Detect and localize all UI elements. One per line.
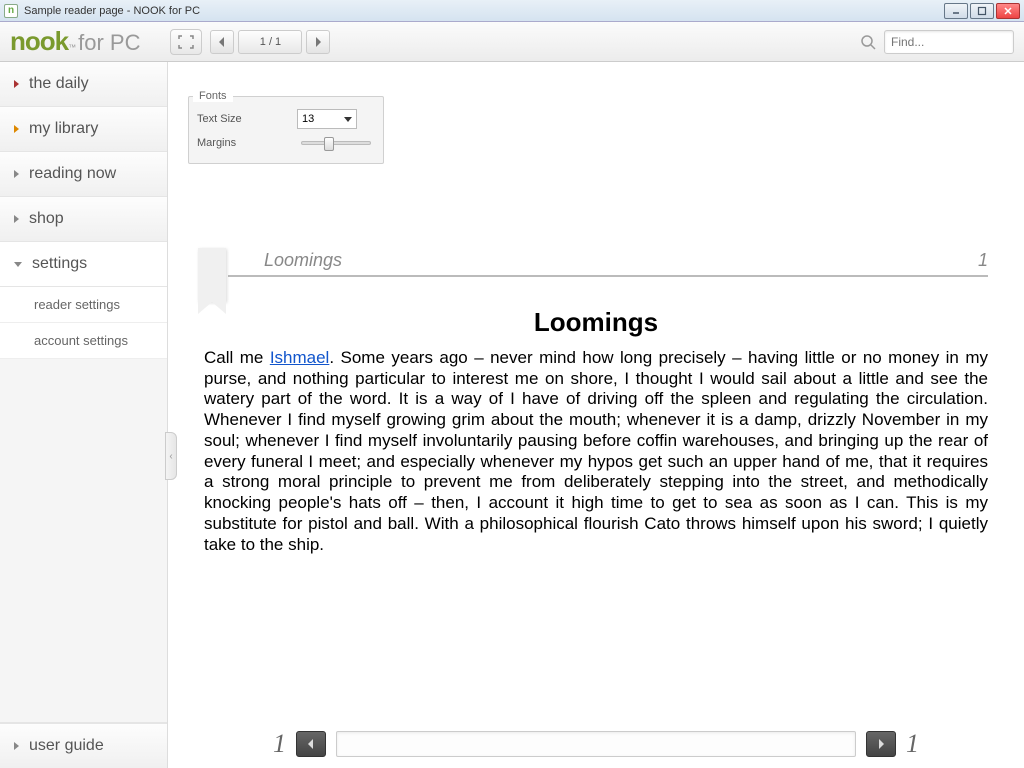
sidebar-item-label: my library: [29, 120, 98, 138]
bottom-left-page: 1: [273, 729, 286, 759]
search-icon: [858, 32, 878, 52]
text-size-select[interactable]: 13: [297, 109, 357, 129]
sidebar-item-reading-now[interactable]: reading now: [0, 152, 167, 197]
bottom-prev-button[interactable]: [296, 731, 326, 757]
chevron-left-icon: [307, 739, 315, 749]
sidebar-item-settings[interactable]: settings: [0, 242, 167, 287]
sidebar-item-my-library[interactable]: my library: [0, 107, 167, 152]
sidebar-item-user-guide[interactable]: user guide: [0, 723, 167, 768]
page-indicator[interactable]: 1 / 1: [238, 30, 302, 54]
bottom-right-page: 1: [906, 729, 919, 759]
bottom-next-button[interactable]: [866, 731, 896, 757]
reader-header: Loomings 1: [228, 250, 988, 277]
sidebar-sub-account-settings[interactable]: account settings: [0, 323, 167, 359]
content-area: Fonts Text Size 13 Margins Loomings: [168, 62, 1024, 768]
search-input[interactable]: [884, 30, 1014, 54]
chevron-down-icon: [344, 117, 352, 122]
text-size-value: 13: [302, 113, 314, 125]
app-icon: n: [4, 4, 18, 18]
sidebar-filler: [0, 359, 167, 723]
prev-page-button[interactable]: [210, 30, 234, 54]
reader-body: Loomings Call me Ishmael. Some years ago…: [204, 277, 988, 555]
fullscreen-button[interactable]: [170, 29, 202, 55]
sidebar-item-shop[interactable]: shop: [0, 197, 167, 242]
ishmael-link[interactable]: Ishmael: [270, 348, 330, 367]
minimize-button[interactable]: [944, 3, 968, 19]
para-rest: . Some years ago – never mind how long p…: [204, 348, 988, 554]
sidebar: the daily my library reading now shop se…: [0, 62, 168, 768]
logo-suffix: for PC: [78, 30, 140, 56]
reader-header-title: Loomings: [264, 250, 342, 271]
logo-brand: nook: [10, 26, 68, 57]
sidebar-item-label: reading now: [29, 165, 116, 183]
sidebar-item-label: shop: [29, 210, 64, 228]
reader-page: Loomings 1 Loomings Call me Ishmael. Som…: [168, 250, 1024, 720]
chevron-right-icon: [877, 739, 885, 749]
margins-slider[interactable]: [301, 141, 371, 145]
caret-right-icon: [14, 215, 19, 223]
sidebar-item-the-daily[interactable]: the daily: [0, 62, 167, 107]
chapter-title: Loomings: [204, 307, 988, 338]
text-size-label: Text Size: [197, 113, 297, 125]
sidebar-sub-label: account settings: [34, 333, 128, 348]
close-button[interactable]: [996, 3, 1020, 19]
app-logo: nook™ for PC: [10, 26, 140, 57]
chevron-right-icon: [314, 37, 322, 47]
para-start: Call me: [204, 348, 270, 367]
sidebar-item-label: user guide: [29, 737, 104, 755]
chapter-text: Call me Ishmael. Some years ago – never …: [204, 348, 988, 555]
fonts-panel-title: Fonts: [193, 90, 233, 102]
window-titlebar: n Sample reader page - NOOK for PC: [0, 0, 1024, 22]
reader-header-page: 1: [978, 250, 988, 271]
main-toolbar: nook™ for PC 1 / 1: [0, 22, 1024, 62]
sidebar-sub-reader-settings[interactable]: reader settings: [0, 287, 167, 323]
next-page-button[interactable]: [306, 30, 330, 54]
sidebar-item-label: settings: [32, 255, 87, 273]
slider-thumb[interactable]: [324, 137, 334, 151]
margins-label: Margins: [197, 137, 297, 149]
maximize-button[interactable]: [970, 3, 994, 19]
sidebar-item-label: the daily: [29, 75, 89, 93]
window-title: Sample reader page - NOOK for PC: [24, 5, 944, 17]
window-controls: [944, 3, 1020, 19]
sidebar-sub-label: reader settings: [34, 297, 120, 312]
page-scrubber[interactable]: [336, 731, 856, 757]
caret-right-icon: [14, 742, 19, 750]
fonts-panel: Fonts Text Size 13 Margins: [188, 96, 384, 164]
logo-tm: ™: [68, 43, 76, 52]
page-nav: 1 / 1: [210, 30, 330, 54]
fullscreen-icon: [178, 35, 194, 49]
bottom-nav: 1 1: [168, 720, 1024, 768]
chevron-left-icon: [218, 37, 226, 47]
bookmark-ribbon-icon[interactable]: [198, 248, 226, 302]
caret-right-icon: [14, 80, 19, 88]
caret-down-icon: [14, 262, 22, 267]
caret-right-icon: [14, 125, 19, 133]
caret-right-icon: [14, 170, 19, 178]
search-area: [858, 30, 1014, 54]
